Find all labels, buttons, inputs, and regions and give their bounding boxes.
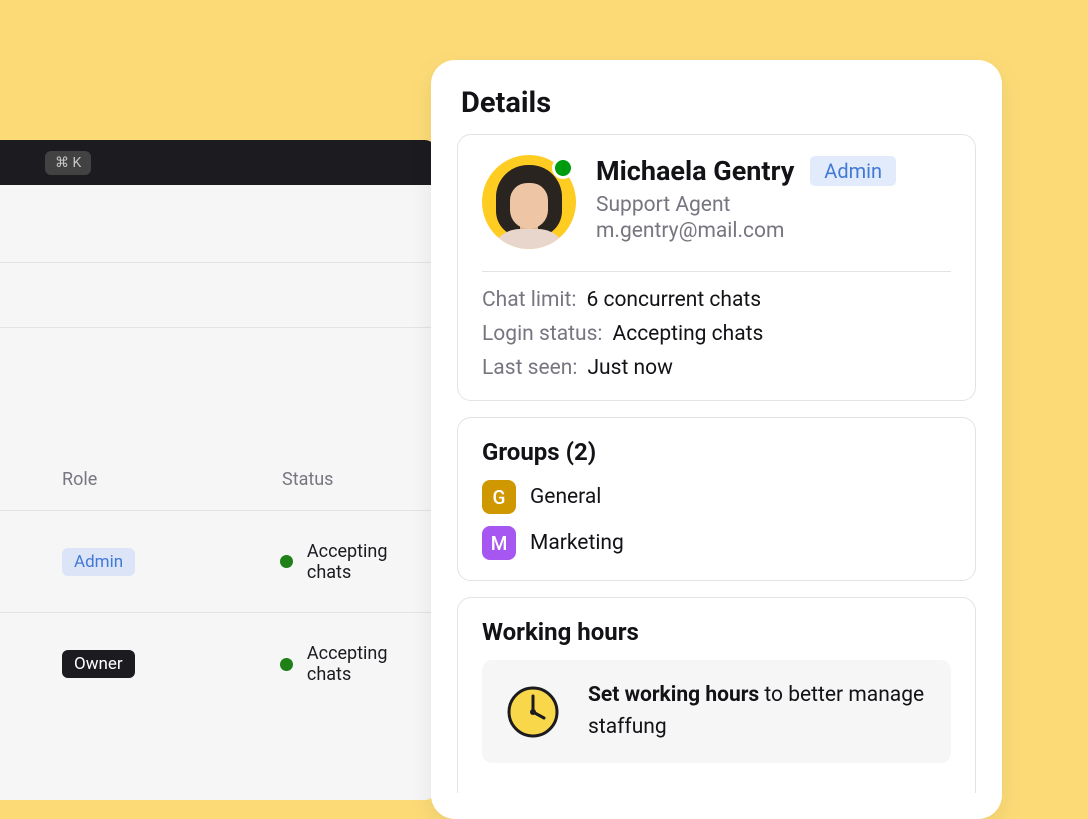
group-item-marketing[interactable]: M Marketing (482, 526, 951, 560)
bg-spacer-row (0, 185, 435, 263)
presence-online-icon (552, 157, 574, 179)
working-hours-prompt-card[interactable]: Set working hours to better manage staff… (482, 660, 951, 763)
status-cell: Accepting chats (280, 643, 435, 685)
group-icon: G (482, 480, 516, 514)
status-text: Accepting chats (307, 643, 435, 685)
chat-limit-row: Chat limit: 6 concurrent chats (482, 288, 951, 312)
login-status-label: Login status: (482, 322, 603, 346)
working-hours-prompt-bold: Set working hours (588, 683, 759, 707)
table-header-row: Role Status (0, 328, 435, 511)
role-badge-admin: Admin (62, 548, 135, 576)
chat-limit-label: Chat limit: (482, 288, 576, 312)
profile-header: Michaela Gentry Admin Support Agent m.ge… (482, 155, 951, 272)
status-dot-icon (280, 555, 293, 568)
status-dot-icon (280, 658, 293, 671)
bg-header-bar: ⌘ K (0, 140, 435, 185)
bg-spacer-row (0, 263, 435, 328)
group-name: General (530, 485, 601, 509)
role-badge-owner: Owner (62, 650, 135, 678)
role-badge-admin: Admin (810, 156, 896, 186)
details-title: Details (461, 86, 976, 120)
background-table-panel: ⌘ K Role Status Admin Accepting chats Ow… (0, 140, 435, 800)
clock-icon (506, 685, 560, 739)
profile-info: Michaela Gentry Admin Support Agent m.ge… (596, 155, 951, 243)
details-panel: Details Michaela Gentry Admin (431, 60, 1002, 819)
working-hours-title: Working hours (482, 618, 951, 646)
group-name: Marketing (530, 531, 624, 555)
profile-name: Michaela Gentry (596, 155, 794, 187)
login-status-value: Accepting chats (613, 322, 764, 346)
groups-title: Groups (2) (482, 438, 951, 466)
group-item-general[interactable]: G General (482, 480, 951, 514)
table-row[interactable]: Owner Accepting chats (0, 613, 435, 715)
group-icon: M (482, 526, 516, 560)
working-hours-prompt-text: Set working hours to better manage staff… (588, 680, 927, 743)
status-text: Accepting chats (307, 541, 435, 583)
profile-section: Michaela Gentry Admin Support Agent m.ge… (457, 134, 976, 401)
column-header-role: Role (62, 469, 282, 490)
chat-limit-value: 6 concurrent chats (586, 288, 761, 312)
status-cell: Accepting chats (280, 541, 435, 583)
last-seen-value: Just now (587, 356, 672, 380)
profile-email: m.gentry@mail.com (596, 219, 951, 243)
table-row[interactable]: Admin Accepting chats (0, 511, 435, 613)
login-status-row: Login status: Accepting chats (482, 322, 951, 346)
last-seen-label: Last seen: (482, 356, 577, 380)
column-header-status: Status (282, 469, 333, 490)
last-seen-row: Last seen: Just now (482, 356, 951, 380)
working-hours-section: Working hours Set working hours to bette… (457, 597, 976, 793)
groups-section: Groups (2) G General M Marketing (457, 417, 976, 581)
avatar[interactable] (482, 155, 576, 249)
command-k-shortcut-badge[interactable]: ⌘ K (45, 151, 91, 175)
profile-role: Support Agent (596, 193, 951, 217)
